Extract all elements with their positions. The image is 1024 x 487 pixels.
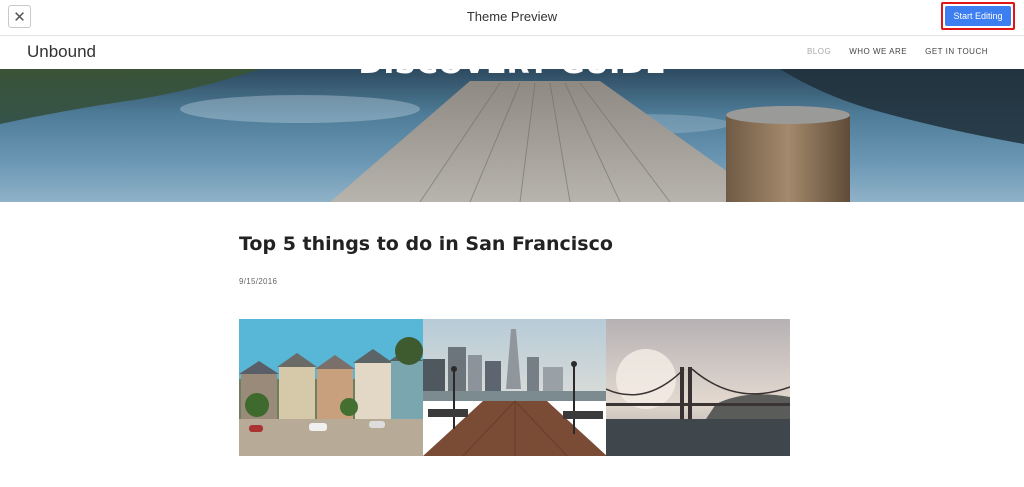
preview-title: Theme Preview [466, 9, 558, 24]
start-editing-highlight: Start Editing [941, 2, 1015, 30]
hero-banner: DISCOVERY GUIDE [0, 69, 1024, 202]
golden-gate-bridge-photo[interactable] [606, 319, 790, 456]
preview-toolbar: ✕ Theme Preview Start Editing [0, 0, 1024, 36]
site-logo[interactable]: Unbound [27, 42, 96, 62]
article-title[interactable]: Top 5 things to do in San Francisco [239, 233, 613, 255]
site-header: Unbound BLOG WHO WE ARE GET IN TOUCH [0, 36, 1024, 69]
nav-item-get-in-touch[interactable]: GET IN TOUCH [925, 47, 988, 56]
banner-image: DISCOVERY GUIDE [0, 69, 1024, 202]
banner-heading: DISCOVERY GUIDE [358, 69, 665, 81]
article-gallery [239, 319, 790, 456]
nav-item-blog[interactable]: BLOG [807, 47, 831, 56]
site-nav: BLOG WHO WE ARE GET IN TOUCH [807, 47, 988, 56]
pier-transamerica-photo[interactable] [422, 319, 607, 456]
article-date: 9/15/2016 [239, 277, 278, 286]
nav-item-who-we-are[interactable]: WHO WE ARE [849, 47, 907, 56]
start-editing-button[interactable]: Start Editing [945, 6, 1011, 26]
painted-ladies-photo[interactable] [239, 319, 423, 456]
